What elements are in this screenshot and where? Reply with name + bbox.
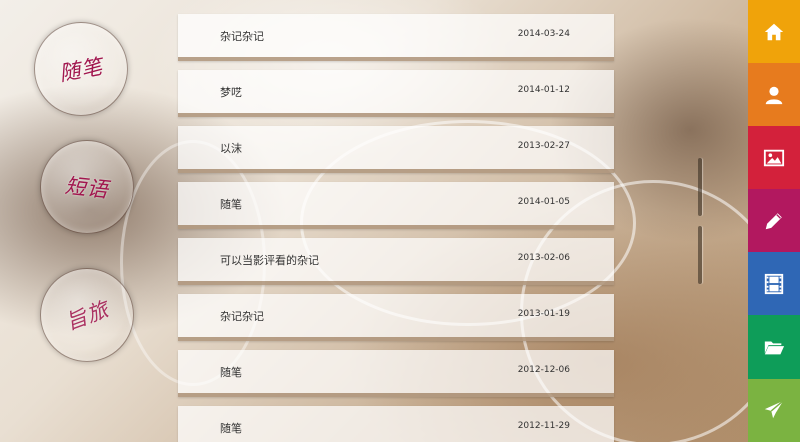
entry-date: 2014-01-12 — [517, 85, 570, 95]
home-icon — [764, 23, 784, 40]
side-menu-image[interactable] — [748, 126, 800, 190]
send-icon — [764, 400, 784, 419]
entry-date: 2013-02-06 — [517, 253, 570, 263]
image-icon — [763, 149, 785, 166]
category-circle-travel[interactable]: 旨旅 — [40, 268, 134, 362]
entry-date: 2012-11-29 — [517, 421, 570, 431]
entry-list: 杂记杂记 2014-03-24 梦呓 2014-01-12 以沫 2013-02… — [178, 14, 614, 442]
entry-title: 随笔 — [220, 198, 242, 211]
entry-date: 2014-01-05 — [517, 197, 570, 207]
entry-title: 随笔 — [220, 422, 242, 435]
side-menu-folder[interactable] — [748, 315, 800, 379]
film-icon — [764, 273, 784, 295]
side-menu-home[interactable] — [748, 0, 800, 64]
scrollbar-lower[interactable] — [698, 226, 702, 284]
list-item[interactable]: 随笔 2012-11-29 — [178, 406, 614, 442]
side-menu-pencil[interactable] — [748, 189, 800, 253]
side-menu — [748, 0, 800, 442]
entry-title: 随笔 — [220, 366, 242, 379]
side-menu-user[interactable] — [748, 63, 800, 127]
list-item[interactable]: 杂记杂记 2014-03-24 — [178, 14, 614, 61]
entry-date: 2013-01-19 — [517, 309, 570, 319]
entry-title: 杂记杂记 — [220, 310, 264, 323]
list-item[interactable]: 杂记杂记 2013-01-19 — [178, 294, 614, 341]
user-icon — [765, 86, 783, 104]
list-item[interactable]: 可以当影评看的杂记 2013-02-06 — [178, 238, 614, 285]
entry-title: 梦呓 — [220, 86, 242, 99]
side-menu-send[interactable] — [748, 378, 800, 442]
entry-title: 以沫 — [220, 142, 242, 155]
list-item[interactable]: 以沫 2013-02-27 — [178, 126, 614, 173]
scrollbar-upper[interactable] — [698, 158, 702, 216]
side-menu-film[interactable] — [748, 252, 800, 316]
folder-icon — [764, 341, 785, 355]
list-item[interactable]: 随笔 2012-12-06 — [178, 350, 614, 397]
entry-date: 2013-02-27 — [517, 141, 570, 151]
category-label: 短语 — [63, 173, 111, 203]
list-item[interactable]: 随笔 2014-01-05 — [178, 182, 614, 229]
blog-page: 随笔 短语 旨旅 杂记杂记 2014-03-24 梦呓 2014-01-12 以… — [0, 0, 800, 442]
entry-title: 杂记杂记 — [220, 30, 264, 43]
category-circle-duanyu[interactable]: 短语 — [40, 140, 134, 234]
entry-title: 可以当影评看的杂记 — [220, 254, 319, 267]
list-item[interactable]: 梦呓 2014-01-12 — [178, 70, 614, 117]
entry-date: 2014-03-24 — [517, 29, 570, 39]
category-label: 随笔 — [57, 54, 105, 86]
category-label: 旨旅 — [62, 297, 113, 335]
pencil-icon — [765, 213, 782, 230]
entry-date: 2012-12-06 — [517, 365, 570, 375]
category-circle-suibi[interactable]: 随笔 — [34, 22, 128, 116]
